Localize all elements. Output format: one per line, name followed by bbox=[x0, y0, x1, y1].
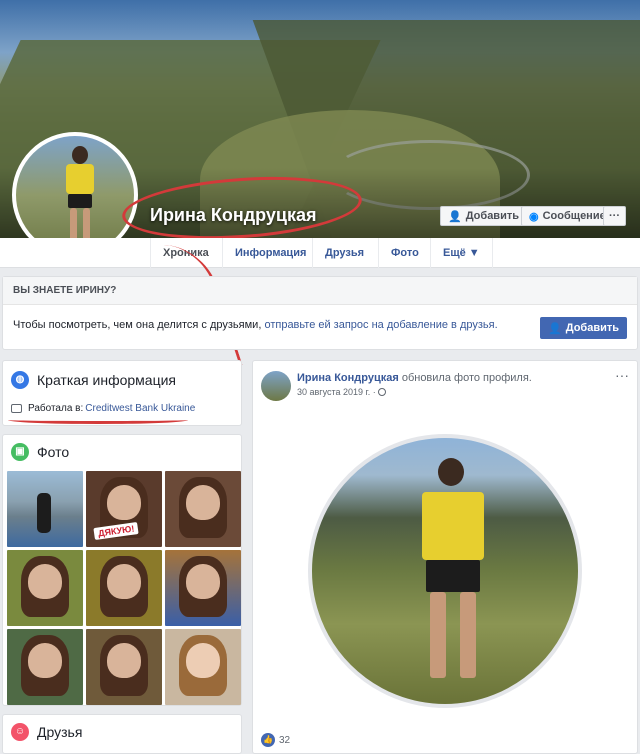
like-icon: 👍 bbox=[261, 733, 275, 747]
photo-thumb[interactable] bbox=[165, 550, 241, 626]
add-friend-button[interactable]: 👤 Добавить bbox=[440, 206, 527, 226]
photo-thumb[interactable] bbox=[86, 550, 162, 626]
post-action: обновила фото профиля. bbox=[398, 372, 532, 384]
tab-more[interactable]: Ещё ▼ bbox=[430, 238, 493, 268]
globe-icon: ◍ bbox=[11, 371, 29, 389]
photo-thumb[interactable] bbox=[7, 550, 83, 626]
add-friend-icon: 👤 bbox=[448, 210, 462, 223]
photo-thumb[interactable] bbox=[7, 471, 83, 547]
friends-card: ☺ Друзья bbox=[2, 714, 242, 754]
photo-thumb[interactable] bbox=[165, 629, 241, 705]
post-author-avatar[interactable] bbox=[261, 371, 291, 401]
work-underline-annotation bbox=[8, 416, 188, 424]
post-author[interactable]: Ирина Кондруцкая bbox=[297, 372, 399, 384]
post-profile-photo[interactable] bbox=[308, 434, 582, 708]
friends-icon: ☺ bbox=[11, 723, 29, 741]
work-prefix: Работала в: bbox=[28, 403, 84, 414]
photo-thumb[interactable] bbox=[165, 471, 241, 547]
photo-icon: ▣ bbox=[11, 443, 29, 461]
profile-name[interactable]: Ирина Кондруцкая bbox=[150, 205, 317, 226]
intro-title: Краткая информация bbox=[37, 372, 176, 388]
know-her-box: ВЫ ЗНАЕТЕ ИРИНУ? Чтобы посмотреть, чем о… bbox=[2, 276, 638, 350]
add-friend-button-secondary[interactable]: 👤 Добавить bbox=[540, 317, 627, 339]
add-friend-label: Добавить bbox=[565, 322, 619, 334]
friends-title: Друзья bbox=[37, 724, 83, 740]
briefcase-icon bbox=[11, 404, 22, 413]
friend-request-link[interactable]: отправьте ей запрос на добавление в друз… bbox=[264, 319, 497, 331]
photos-card: ▣ Фото ДЯКУЮ! bbox=[2, 434, 242, 706]
profile-nav: Хроника Информация Друзья Фото Ещё ▼ bbox=[0, 238, 640, 268]
add-friend-label: Добавить bbox=[465, 210, 519, 222]
messenger-icon: ◉ bbox=[529, 210, 539, 223]
message-label: Сообщение bbox=[542, 210, 606, 222]
more-button[interactable]: ··· bbox=[603, 206, 626, 226]
know-her-text: Чтобы посмотреть, чем она делится с друз… bbox=[13, 319, 498, 331]
globe-small-icon bbox=[377, 388, 386, 396]
photo-thumb[interactable] bbox=[7, 629, 83, 705]
photos-title: Фото bbox=[37, 444, 70, 460]
like-count[interactable]: 32 bbox=[279, 735, 290, 746]
work-place-link[interactable]: Creditwest Bank Ukraine bbox=[85, 403, 195, 414]
know-her-text-before: Чтобы посмотреть, чем она делится с друз… bbox=[13, 319, 265, 331]
post-menu-button[interactable]: ··· bbox=[615, 367, 629, 383]
tab-friends[interactable]: Друзья bbox=[312, 238, 376, 268]
tab-photos[interactable]: Фото bbox=[378, 238, 431, 268]
post-date[interactable]: 30 августа 2019 г. · bbox=[297, 387, 376, 397]
photo-thumb[interactable]: ДЯКУЮ! bbox=[86, 471, 162, 547]
photos-grid: ДЯКУЮ! bbox=[7, 471, 243, 705]
tab-about[interactable]: Информация bbox=[222, 238, 318, 268]
photo-thumb[interactable] bbox=[86, 629, 162, 705]
more-label: ··· bbox=[609, 210, 620, 222]
message-button[interactable]: ◉ Сообщение bbox=[521, 206, 614, 226]
add-friend-icon: 👤 bbox=[548, 322, 562, 335]
know-her-title: ВЫ ЗНАЕТЕ ИРИНУ? bbox=[3, 277, 637, 305]
